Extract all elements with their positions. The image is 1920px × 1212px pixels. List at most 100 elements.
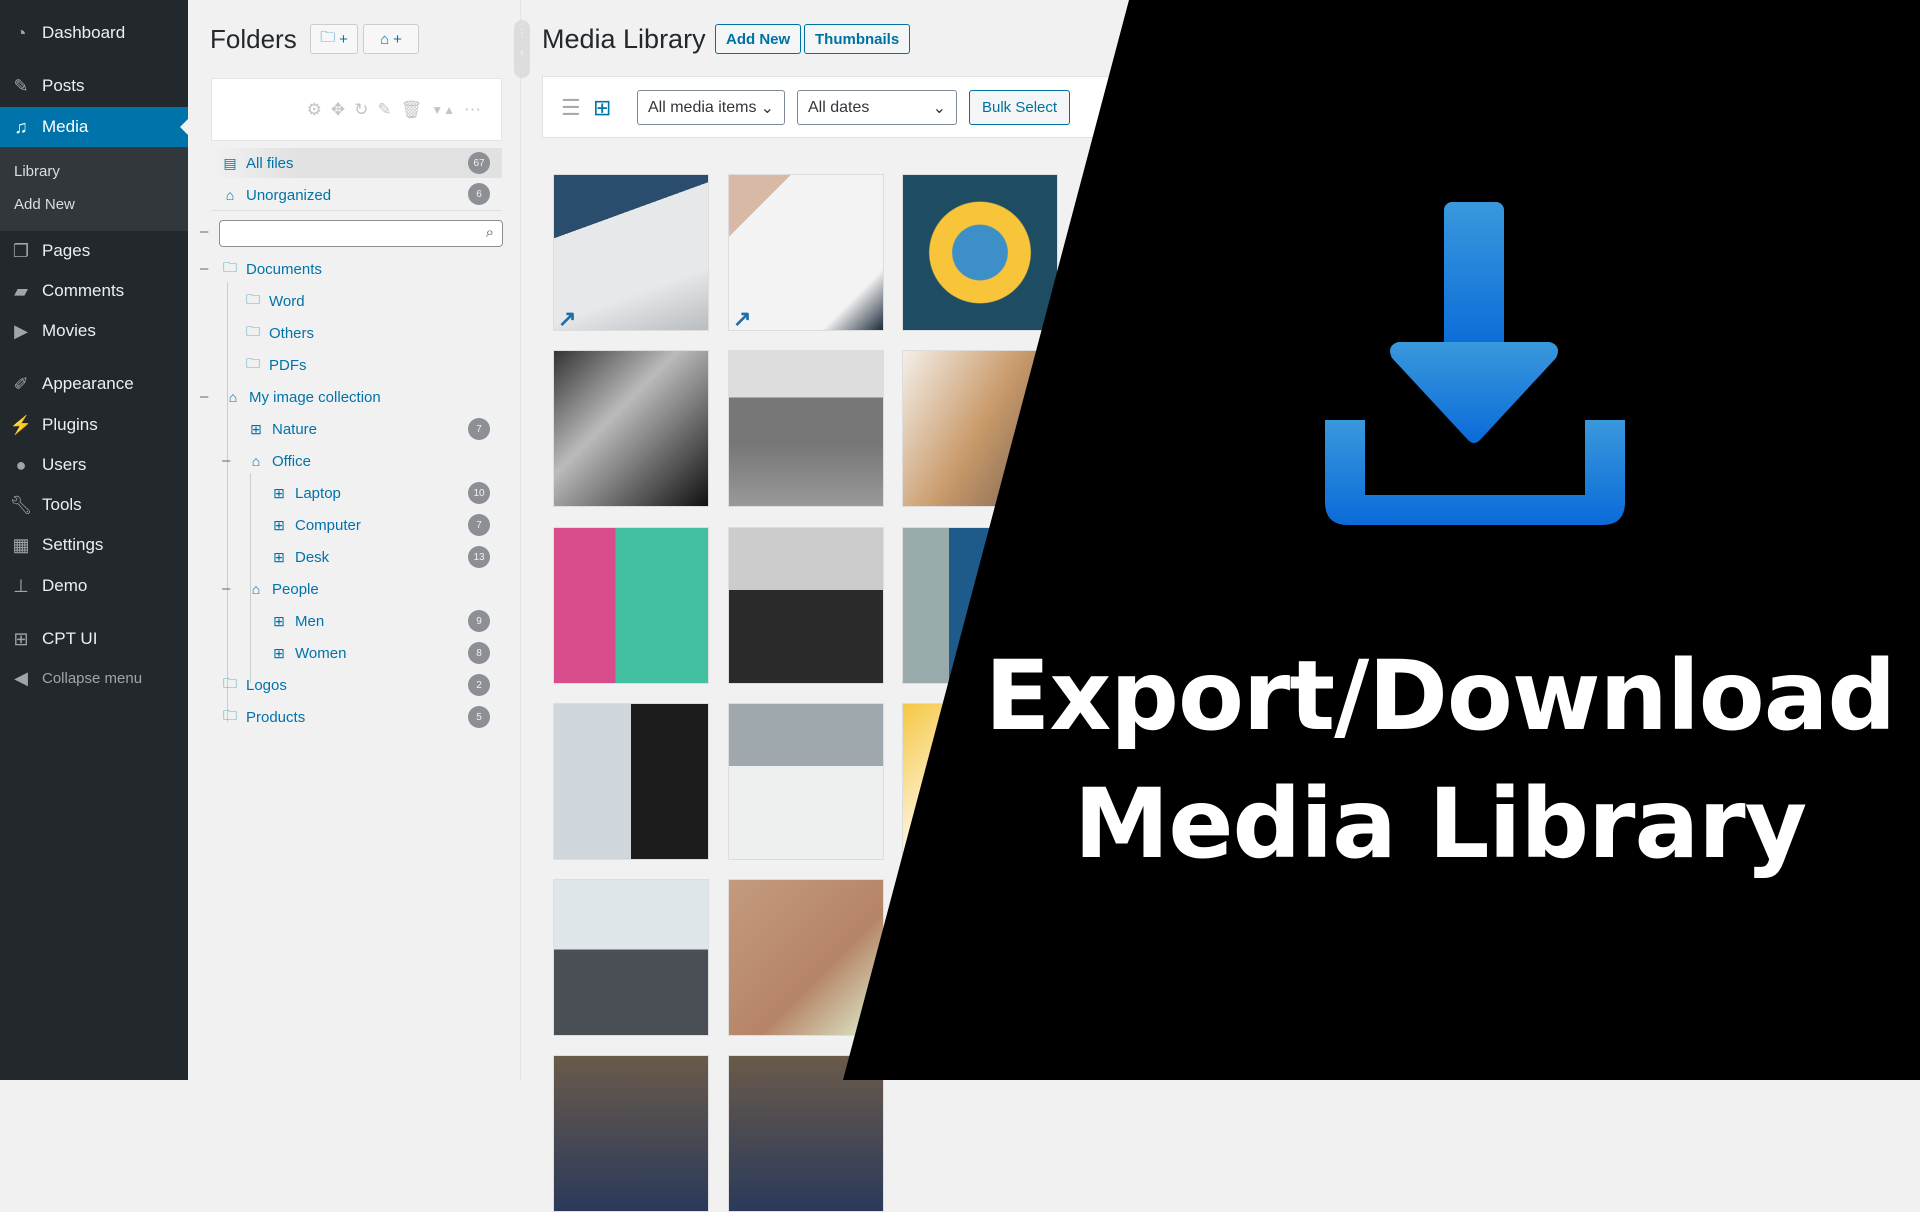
gallery-icon: ⊞ — [273, 516, 285, 533]
collapse-menu-button[interactable]: ◀ Collapse menu — [0, 658, 188, 698]
folder-others[interactable]: 🗀 Others — [244, 318, 314, 348]
thumbnails-button[interactable]: Thumbnails — [804, 24, 911, 54]
folder-icon: 🗀 — [320, 28, 336, 46]
menu-item-tools[interactable]: 🔧︎ Tools — [0, 485, 188, 525]
edit-icon[interactable]: ✎ — [377, 100, 391, 120]
chevron-down-icon: ⌄ — [932, 99, 946, 117]
media-tile[interactable] — [728, 703, 884, 860]
toggle-people[interactable]: – — [222, 580, 230, 597]
collapse-toggle[interactable]: – — [200, 223, 208, 240]
sitemap-icon: ⊥ — [13, 575, 29, 596]
move-icon[interactable]: ✥ — [331, 100, 345, 120]
plug-icon: ⚡ — [9, 414, 33, 435]
menu-item-plugins[interactable]: ⚡ Plugins — [0, 405, 188, 445]
gallery-laptop[interactable]: ⊞ Laptop — [270, 478, 341, 508]
menu-item-cpt-ui[interactable]: ⊞ CPT UI — [0, 619, 188, 659]
gallery-desk[interactable]: ⊞ Desk — [270, 542, 329, 572]
media-type-select[interactable]: All media items ⌄ — [637, 90, 785, 125]
pin-icon: ✎ — [13, 75, 29, 96]
trash-icon[interactable]: 🗑︎ — [401, 100, 423, 120]
gallery-computer[interactable]: ⊞ Computer — [270, 510, 361, 540]
movie-icon: ▶ — [14, 320, 28, 341]
pages-icon: ❐ — [12, 240, 30, 261]
folders-title: Folders — [210, 24, 297, 54]
media-tile[interactable] — [553, 527, 709, 684]
submenu-library[interactable]: Library — [14, 163, 60, 180]
gallery-men[interactable]: ⊞ Men — [270, 606, 324, 636]
refresh-icon[interactable]: ↻ — [354, 100, 368, 120]
folder-icon: 🗀 — [223, 259, 237, 275]
all-files-item[interactable]: ▤ All files — [221, 148, 293, 178]
wrench-icon: 🔧︎ — [9, 494, 33, 515]
new-folder-button[interactable]: 🗀 + — [310, 24, 358, 54]
collection-office[interactable]: ⌂ Office — [247, 446, 311, 476]
unorganized-item[interactable]: ⌂ Unorganized — [221, 180, 331, 210]
menu-item-appearance[interactable]: ✐ Appearance — [0, 364, 188, 404]
settings-icon[interactable]: ⚙ — [307, 100, 322, 120]
shortcut-arrow-icon: ↗ — [733, 306, 752, 331]
folder-search-input[interactable]: ⌕ — [219, 220, 503, 247]
sort-icon[interactable]: ▼▲ — [431, 103, 455, 117]
media-tile[interactable] — [728, 350, 884, 507]
menu-item-media[interactable]: ♫ Media — [0, 107, 188, 147]
collection-icon: ⌂ — [251, 453, 261, 469]
laptop-count: 10 — [468, 482, 490, 504]
admin-sidebar: ◔ Dashboard ✎ Posts ♫ Media Library Add New… — [0, 0, 188, 1080]
folder-toolbar: ⚙ ✥ ↻ ✎ 🗑︎ ▼▲ ⋯ — [211, 78, 502, 141]
menu-item-settings[interactable]: ▦ Settings — [0, 525, 188, 565]
toggle-my-image-collection[interactable]: – — [200, 388, 208, 405]
collection-my-image-collection[interactable]: ⌂ My image collection — [224, 382, 381, 412]
settings-icon: ▦ — [12, 534, 30, 555]
men-count: 9 — [468, 610, 490, 632]
new-collection-button[interactable]: ⌂ + — [363, 24, 419, 54]
folder-word[interactable]: 🗀 Word — [244, 286, 305, 316]
submenu-add-new[interactable]: Add New — [14, 196, 75, 213]
media-tile[interactable] — [553, 703, 709, 860]
toggle-documents[interactable]: – — [200, 260, 208, 277]
menu-item-dashboard[interactable]: ◔ Dashboard — [0, 13, 188, 53]
divider — [211, 210, 502, 211]
gallery-nature[interactable]: ⊞ Nature — [247, 414, 317, 444]
more-icon[interactable]: ⋯ — [464, 100, 481, 120]
search-icon: ⌕ — [485, 224, 494, 241]
collection-people[interactable]: ⌂ People — [247, 574, 319, 604]
grid-view-icon[interactable]: ⊞ — [593, 95, 611, 121]
media-tile[interactable] — [728, 527, 884, 684]
chevron-down-icon: ⌄ — [760, 99, 774, 117]
media-tile[interactable]: ↗ — [553, 174, 709, 331]
menu-item-movies[interactable]: ▶ Movies — [0, 311, 188, 351]
media-tile[interactable] — [902, 174, 1058, 331]
all-files-count: 67 — [468, 152, 490, 174]
unorganized-count: 6 — [468, 183, 490, 205]
menu-item-pages[interactable]: ❐ Pages — [0, 231, 188, 271]
menu-item-comments[interactable]: ▰ Comments — [0, 271, 188, 311]
computer-count: 7 — [468, 514, 490, 536]
folder-logos[interactable]: 🗀 Logos — [221, 670, 287, 700]
download-icon — [1325, 202, 1625, 525]
nature-count: 7 — [468, 418, 490, 440]
media-tile[interactable] — [553, 1055, 709, 1212]
folder-icon: 🗀 — [246, 323, 260, 339]
menu-item-posts[interactable]: ✎ Posts — [0, 66, 188, 106]
media-tile[interactable] — [553, 350, 709, 507]
date-select[interactable]: All dates ⌄ — [797, 90, 957, 125]
folder-products[interactable]: 🗀 Products — [221, 702, 305, 732]
gallery-icon: ⊞ — [250, 420, 262, 437]
add-new-button[interactable]: Add New — [715, 24, 802, 54]
menu-item-demo[interactable]: ⊥ Demo — [0, 566, 188, 606]
media-tile[interactable]: ↗ — [728, 174, 884, 331]
media-tile[interactable] — [553, 879, 709, 1036]
list-view-icon[interactable]: ☰ — [561, 95, 581, 121]
folder-pdfs[interactable]: 🗀 PDFs — [244, 350, 307, 380]
toggle-office[interactable]: – — [222, 452, 230, 469]
bulk-select-button[interactable]: Bulk Select — [969, 90, 1071, 125]
desk-count: 13 — [468, 546, 490, 568]
menu-item-users[interactable]: ● Users — [0, 445, 188, 485]
women-count: 8 — [468, 642, 490, 664]
folder-documents[interactable]: 🗀 Documents — [221, 254, 322, 284]
shortcut-arrow-icon: ↗ — [558, 306, 577, 331]
comment-icon: ▰ — [14, 280, 28, 301]
media-tile[interactable] — [728, 879, 884, 1036]
promo-headline-line1: Export/Download — [984, 640, 1897, 752]
gallery-women[interactable]: ⊞ Women — [270, 638, 346, 668]
